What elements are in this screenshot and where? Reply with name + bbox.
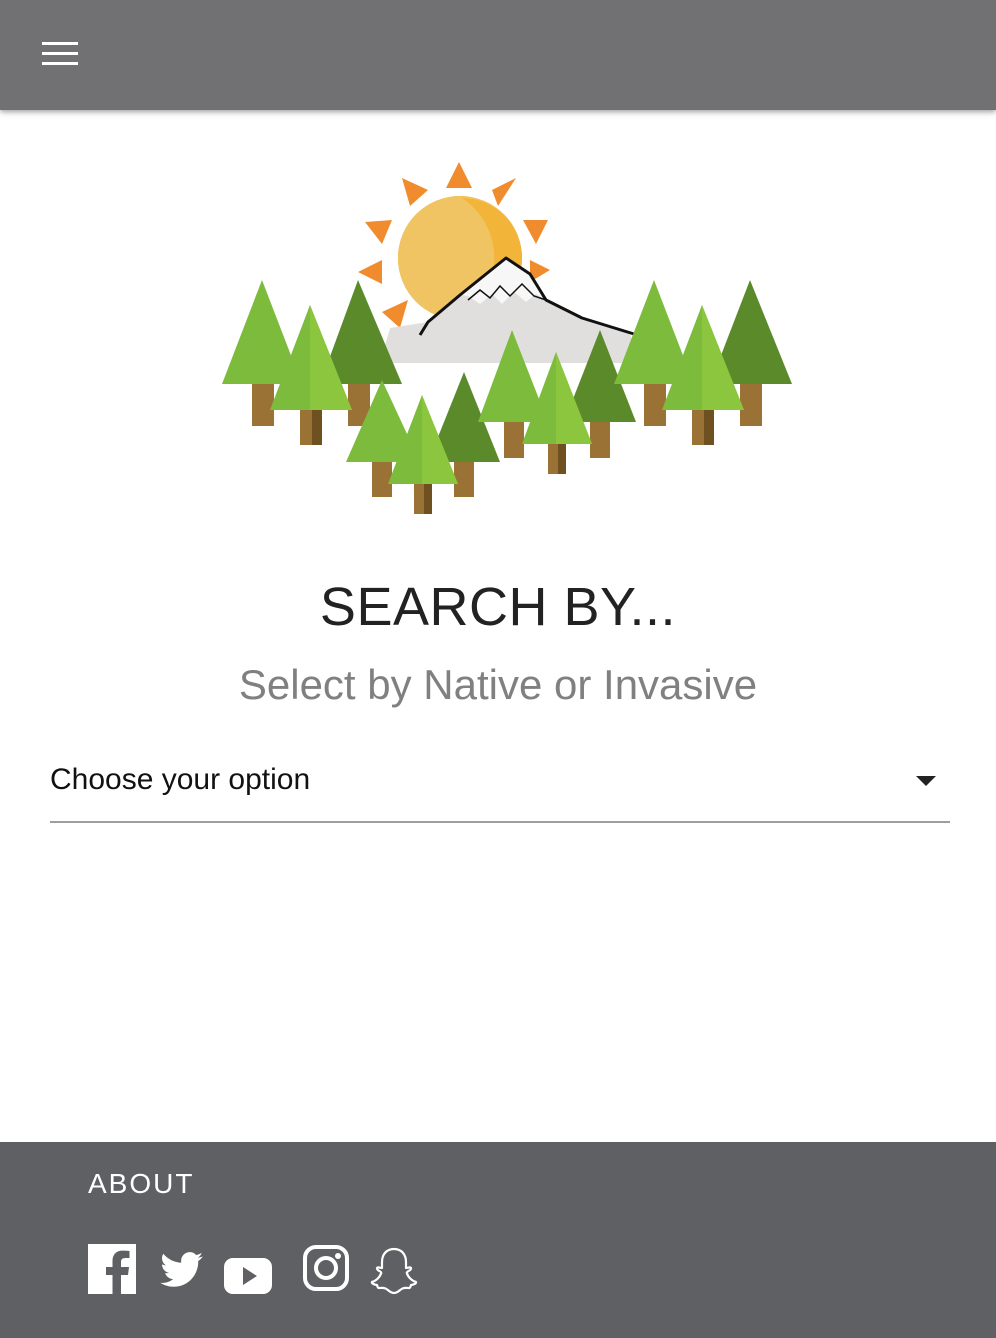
- twitter-icon[interactable]: [160, 1252, 204, 1288]
- hamburger-line: [42, 52, 78, 55]
- hamburger-line: [42, 42, 78, 45]
- page-subtitle: Select by Native or Invasive: [238, 661, 758, 708]
- instagram-icon[interactable]: [302, 1244, 350, 1292]
- youtube-icon[interactable]: [224, 1258, 272, 1294]
- caret-down-icon: [916, 776, 936, 786]
- hamburger-menu-icon[interactable]: [38, 38, 82, 70]
- page-title: SEARCH BY...: [319, 577, 677, 637]
- select-selected-value: Choose your option: [50, 763, 311, 796]
- snapchat-icon[interactable]: [368, 1246, 420, 1298]
- about-link[interactable]: ABOUT: [88, 1166, 194, 1202]
- sun-mountain-forest-logo: [222, 162, 792, 514]
- facebook-icon[interactable]: [88, 1244, 136, 1294]
- top-navbar: [0, 0, 996, 110]
- hamburger-line: [42, 62, 78, 65]
- native-invasive-select[interactable]: Choose your option: [50, 750, 950, 823]
